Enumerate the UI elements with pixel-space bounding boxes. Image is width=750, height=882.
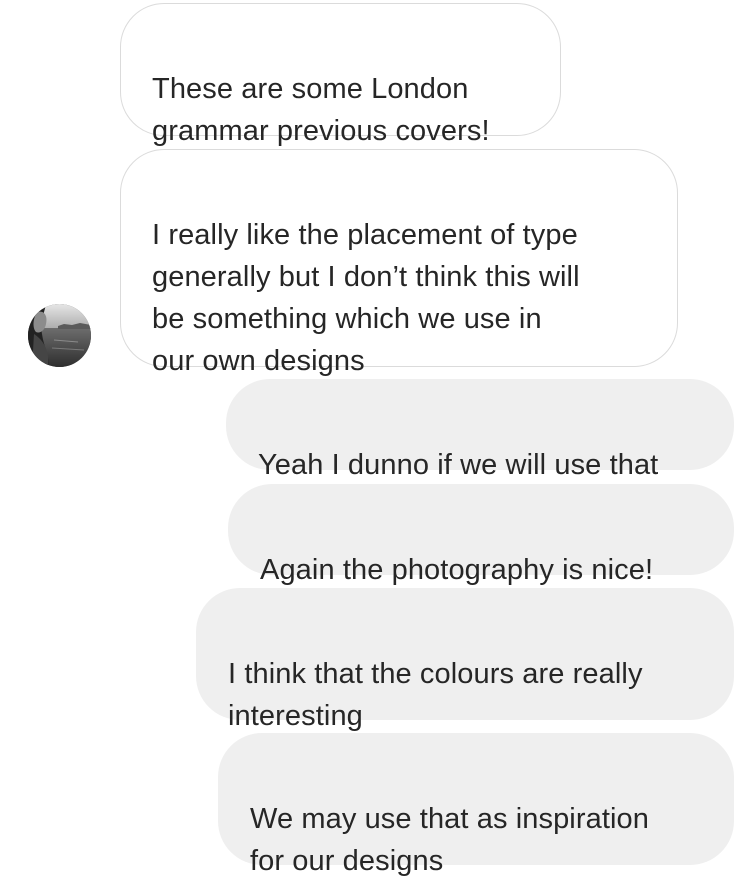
message-text: I really like the placement of type gene… bbox=[152, 219, 580, 377]
outgoing-message-bubble[interactable]: I think that the colours are really inte… bbox=[196, 588, 734, 732]
incoming-message-bubble[interactable]: These are some London grammar previous c… bbox=[120, 3, 561, 147]
outgoing-message-bubble[interactable]: Yeah I dunno if we will use that bbox=[226, 379, 734, 481]
incoming-message-bubble[interactable]: I really like the placement of type gene… bbox=[120, 149, 678, 377]
profile-photo-icon bbox=[28, 304, 91, 367]
message-text: Yeah I dunno if we will use that bbox=[258, 449, 659, 481]
message-text: I think that the colours are really inte… bbox=[228, 658, 643, 732]
message-thread: These are some London grammar previous c… bbox=[0, 0, 750, 877]
message-text: These are some London grammar previous c… bbox=[152, 73, 490, 147]
message-text: We may use that as inspiration for our d… bbox=[250, 803, 649, 877]
outgoing-message-bubble[interactable]: We may use that as inspiration for our d… bbox=[218, 733, 734, 877]
outgoing-message-bubble[interactable]: Again the photography is nice! bbox=[228, 484, 734, 586]
sender-avatar[interactable] bbox=[28, 304, 91, 367]
message-text: Again the photography is nice! bbox=[260, 554, 654, 586]
